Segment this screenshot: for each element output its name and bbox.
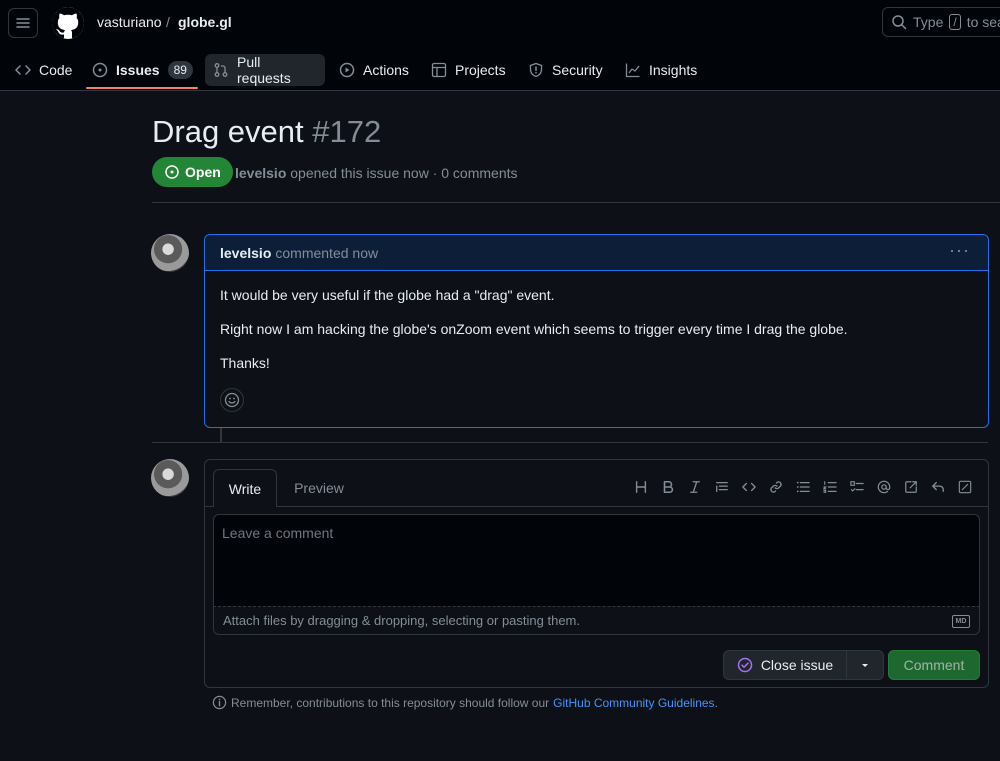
contribution-notice: Remember, contributions to this reposito…: [212, 695, 718, 710]
italic-icon[interactable]: [681, 477, 708, 497]
issue-author-link[interactable]: levelsio: [235, 165, 286, 181]
tab-code[interactable]: Code: [7, 54, 80, 86]
triangle-down-icon: [862, 664, 868, 667]
fullscreen-icon[interactable]: [951, 477, 978, 497]
bold-icon[interactable]: [654, 477, 681, 497]
comment-author[interactable]: levelsio: [220, 245, 271, 261]
search-suffix: to sear: [966, 14, 1000, 30]
markdown-icon[interactable]: MD: [952, 615, 970, 628]
kebab-menu-icon[interactable]: ···: [949, 241, 970, 259]
github-logo[interactable]: [52, 7, 84, 39]
play-icon: [339, 62, 355, 78]
notice-text: Remember, contributions to this reposito…: [231, 695, 550, 710]
comment-paragraph: Thanks!: [220, 355, 270, 371]
tab-projects-label: Projects: [455, 62, 506, 78]
active-tab-underline: [86, 87, 198, 89]
comment-paragraph: It would be very useful if the globe had…: [220, 287, 555, 303]
info-icon: [212, 695, 227, 710]
issue-number: #172: [312, 114, 382, 149]
repo-nav: Code Issues 89 Pull requests Actions Pro…: [0, 52, 1000, 90]
issue-meta: levelsio opened this issue now · 0 comme…: [235, 165, 518, 181]
new-comment-form: Write Preview Leave a comment Attach fil…: [204, 459, 989, 688]
hamburger-menu-button[interactable]: [8, 8, 38, 38]
mention-icon[interactable]: [870, 477, 897, 497]
code-icon: [15, 65, 31, 75]
attach-files-text: Attach files by dragging & dropping, sel…: [223, 613, 580, 628]
github-mark-icon: [52, 7, 84, 39]
search-shortcut-key: /: [949, 14, 961, 30]
search-prefix: Type: [913, 14, 944, 30]
tab-projects[interactable]: Projects: [423, 54, 514, 86]
editor-tabs: Write Preview: [205, 460, 988, 507]
close-issue-button[interactable]: Close issue: [723, 650, 847, 680]
tab-issues-label: Issues: [116, 62, 160, 78]
code-icon[interactable]: [735, 477, 762, 497]
tab-write[interactable]: Write: [213, 469, 277, 507]
shield-icon: [529, 62, 543, 78]
tasklist-icon[interactable]: [843, 477, 870, 497]
reply-icon[interactable]: [924, 477, 951, 497]
issue-opened-icon: [165, 165, 179, 179]
search-input[interactable]: Type / to sear: [882, 7, 1000, 37]
breadcrumb-owner[interactable]: vasturiano: [97, 14, 162, 30]
tab-actions-label: Actions: [363, 62, 409, 78]
issue-meta-text: opened this issue now · 0 comments: [290, 165, 518, 181]
git-pull-request-icon: [214, 63, 228, 77]
close-issue-label: Close issue: [760, 657, 834, 673]
tab-security[interactable]: Security: [520, 54, 611, 86]
tab-insights[interactable]: Insights: [617, 54, 705, 86]
tab-issues[interactable]: Issues 89: [84, 54, 201, 86]
issue-state-label: Open: [185, 164, 221, 180]
comment-placeholder: Leave a comment: [222, 525, 334, 541]
avatar[interactable]: [151, 234, 189, 272]
markdown-toolbar: [627, 477, 978, 497]
tab-insights-label: Insights: [649, 62, 698, 78]
tab-pull-requests[interactable]: Pull requests: [205, 54, 325, 86]
tab-actions[interactable]: Actions: [331, 54, 417, 86]
tab-preview[interactable]: Preview: [285, 469, 353, 506]
issue-title: Drag event #172: [152, 114, 381, 150]
comment-submit-button[interactable]: Comment: [888, 650, 980, 680]
app-header: vasturiano / globe.gl Type / to sear Cod…: [0, 0, 1000, 91]
hamburger-icon: [16, 18, 30, 28]
issue-state-badge: Open: [152, 157, 233, 187]
heading-icon[interactable]: [627, 477, 654, 497]
timeline-divider: [152, 442, 988, 443]
quote-icon[interactable]: [708, 477, 735, 497]
comment-textarea[interactable]: Leave a comment: [213, 514, 980, 606]
comment-timestamp: commented now: [275, 244, 379, 261]
ordered-list-icon[interactable]: [816, 477, 843, 497]
comment-header: levelsio commented now ···: [205, 235, 988, 271]
tab-pull-requests-label: Pull requests: [237, 54, 291, 86]
comment-card: levelsio commented now ··· It would be v…: [204, 234, 989, 428]
search-icon: [892, 15, 907, 30]
check-circle-icon: [737, 657, 753, 673]
attach-files-area[interactable]: Attach files by dragging & dropping, sel…: [213, 606, 980, 635]
unordered-list-icon[interactable]: [789, 477, 816, 497]
notice-suffix: .: [714, 695, 718, 710]
add-reaction-button[interactable]: [220, 388, 244, 412]
tab-security-label: Security: [552, 62, 603, 78]
issues-count-badge: 89: [167, 61, 193, 79]
comment-paragraph: Right now I am hacking the globe's onZoo…: [220, 321, 848, 337]
graph-icon: [625, 63, 640, 78]
tab-code-label: Code: [39, 62, 73, 78]
breadcrumb-repo[interactable]: globe.gl: [178, 14, 232, 30]
link-icon[interactable]: [762, 477, 789, 497]
community-guidelines-link[interactable]: GitHub Community Guidelines: [553, 696, 714, 710]
timeline-line: [220, 428, 222, 442]
issue-title-text: Drag event: [152, 114, 304, 149]
smiley-icon: [224, 392, 240, 408]
cross-reference-icon[interactable]: [897, 477, 924, 497]
breadcrumb-separator: /: [166, 14, 170, 30]
table-icon: [431, 62, 447, 78]
header-divider: [152, 202, 1000, 203]
issue-opened-icon: [92, 62, 108, 78]
close-options-dropdown-button[interactable]: [846, 650, 884, 680]
avatar[interactable]: [151, 459, 189, 497]
